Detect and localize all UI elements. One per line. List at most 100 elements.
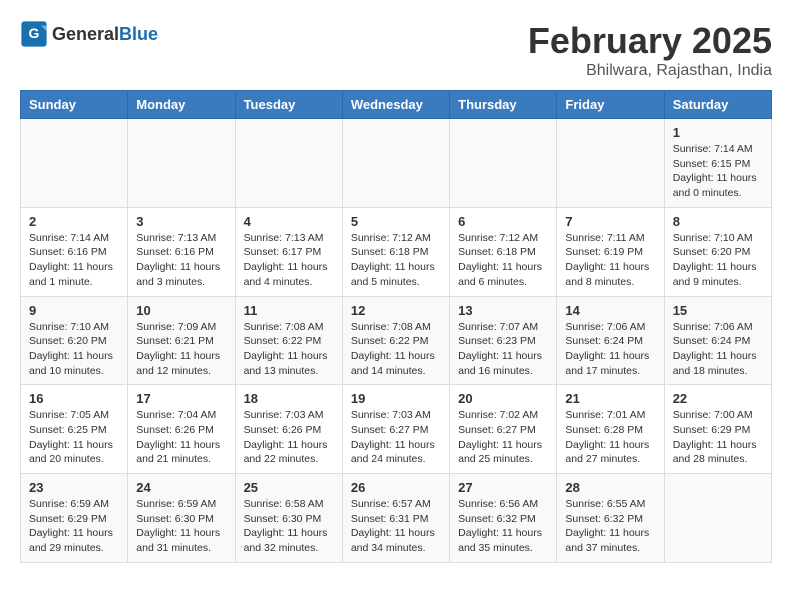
calendar-header-row: Sunday Monday Tuesday Wednesday Thursday… [21, 91, 772, 119]
table-row: 9Sunrise: 7:10 AMSunset: 6:20 PMDaylight… [21, 296, 128, 385]
day-number: 3 [136, 214, 226, 229]
logo-icon: G [20, 20, 48, 48]
day-number: 18 [244, 391, 334, 406]
table-row [342, 119, 449, 208]
day-number: 28 [565, 480, 655, 495]
day-number: 17 [136, 391, 226, 406]
day-info: Sunrise: 7:14 AMSunset: 6:15 PMDaylight:… [673, 142, 763, 201]
header-tuesday: Tuesday [235, 91, 342, 119]
day-info: Sunrise: 7:07 AMSunset: 6:23 PMDaylight:… [458, 320, 548, 379]
day-info: Sunrise: 7:03 AMSunset: 6:26 PMDaylight:… [244, 408, 334, 467]
table-row [450, 119, 557, 208]
table-row: 6 Sunrise: 7:12 AMSunset: 6:18 PMDaylight… [450, 207, 557, 296]
day-info: Sunrise: 7:05 AMSunset: 6:25 PMDaylight:… [29, 408, 119, 467]
day-info: Sunrise: 7:09 AMSunset: 6:21 PMDaylight:… [136, 320, 226, 379]
header-sunday: Sunday [21, 91, 128, 119]
day-info: Sunrise: 7:14 AMSunset: 6:16 PMDaylight:… [29, 231, 119, 290]
day-number: 7 [565, 214, 655, 229]
day-number: 13 [458, 303, 548, 318]
table-row: 18 Sunrise: 7:03 AMSunset: 6:26 PMDayligh… [235, 385, 342, 474]
day-info: Sunrise: 6:59 AMSunset: 6:30 PMDaylight:… [136, 497, 226, 556]
table-row: 23 Sunrise: 6:59 AMSunset: 6:29 PMDayligh… [21, 474, 128, 563]
table-row: 7 Sunrise: 7:11 AMSunset: 6:19 PMDaylight… [557, 207, 664, 296]
day-number: 16 [29, 391, 119, 406]
table-row: 8Sunrise: 7:10 AMSunset: 6:20 PMDaylight… [664, 207, 771, 296]
table-row: 12 Sunrise: 7:08 AMSunset: 6:22 PMDayligh… [342, 296, 449, 385]
day-info: Sunrise: 7:12 AMSunset: 6:18 PMDaylight:… [458, 231, 548, 290]
day-info: Sunrise: 6:55 AMSunset: 6:32 PMDaylight:… [565, 497, 655, 556]
day-info: Sunrise: 7:11 AMSunset: 6:19 PMDaylight:… [565, 231, 655, 290]
day-info: Sunrise: 6:59 AMSunset: 6:29 PMDaylight:… [29, 497, 119, 556]
day-info: Sunrise: 7:06 AMSunset: 6:24 PMDaylight:… [673, 320, 763, 379]
table-row: 16 Sunrise: 7:05 AMSunset: 6:25 PMDayligh… [21, 385, 128, 474]
day-number: 15 [673, 303, 763, 318]
day-info: Sunrise: 7:13 AMSunset: 6:16 PMDaylight:… [136, 231, 226, 290]
calendar-week-row: 1 Sunrise: 7:14 AMSunset: 6:15 PMDaylight… [21, 119, 772, 208]
day-number: 25 [244, 480, 334, 495]
day-info: Sunrise: 7:00 AMSunset: 6:29 PMDaylight:… [673, 408, 763, 467]
table-row [557, 119, 664, 208]
day-number: 8 [673, 214, 763, 229]
header-thursday: Thursday [450, 91, 557, 119]
table-row: 27Sunrise: 6:56 AMSunset: 6:32 PMDayligh… [450, 474, 557, 563]
table-row: 22 Sunrise: 7:00 AMSunset: 6:29 PMDayligh… [664, 385, 771, 474]
table-row: 14 Sunrise: 7:06 AMSunset: 6:24 PMDayligh… [557, 296, 664, 385]
table-row: 2Sunrise: 7:14 AMSunset: 6:16 PMDaylight… [21, 207, 128, 296]
day-info: Sunrise: 6:56 AMSunset: 6:32 PMDaylight:… [458, 497, 548, 556]
table-row: 26Sunrise: 6:57 AMSunset: 6:31 PMDayligh… [342, 474, 449, 563]
table-row: 4 Sunrise: 7:13 AMSunset: 6:17 PMDaylight… [235, 207, 342, 296]
table-row: 5 Sunrise: 7:12 AMSunset: 6:18 PMDaylight… [342, 207, 449, 296]
day-number: 6 [458, 214, 548, 229]
calendar-table: Sunday Monday Tuesday Wednesday Thursday… [20, 90, 772, 563]
table-row: 25Sunrise: 6:58 AMSunset: 6:30 PMDayligh… [235, 474, 342, 563]
day-info: Sunrise: 7:12 AMSunset: 6:18 PMDaylight:… [351, 231, 441, 290]
table-row: 24 Sunrise: 6:59 AMSunset: 6:30 PMDayligh… [128, 474, 235, 563]
day-number: 5 [351, 214, 441, 229]
day-number: 10 [136, 303, 226, 318]
table-row: 21 Sunrise: 7:01 AMSunset: 6:28 PMDayligh… [557, 385, 664, 474]
day-number: 24 [136, 480, 226, 495]
day-number: 21 [565, 391, 655, 406]
day-number: 4 [244, 214, 334, 229]
calendar-week-row: 23 Sunrise: 6:59 AMSunset: 6:29 PMDayligh… [21, 474, 772, 563]
table-row: 17 Sunrise: 7:04 AMSunset: 6:26 PMDayligh… [128, 385, 235, 474]
day-info: Sunrise: 7:08 AMSunset: 6:22 PMDaylight:… [351, 320, 441, 379]
svg-text:G: G [29, 25, 40, 41]
calendar-week-row: 2Sunrise: 7:14 AMSunset: 6:16 PMDaylight… [21, 207, 772, 296]
table-row [128, 119, 235, 208]
calendar-title: February 2025 [528, 20, 772, 62]
table-row: 13 Sunrise: 7:07 AMSunset: 6:23 PMDayligh… [450, 296, 557, 385]
table-row [235, 119, 342, 208]
header-saturday: Saturday [664, 91, 771, 119]
day-number: 1 [673, 125, 763, 140]
calendar-week-row: 9Sunrise: 7:10 AMSunset: 6:20 PMDaylight… [21, 296, 772, 385]
day-number: 9 [29, 303, 119, 318]
day-info: Sunrise: 7:13 AMSunset: 6:17 PMDaylight:… [244, 231, 334, 290]
logo: G GeneralBlue [20, 20, 158, 48]
day-number: 22 [673, 391, 763, 406]
table-row: 20 Sunrise: 7:02 AMSunset: 6:27 PMDayligh… [450, 385, 557, 474]
day-number: 23 [29, 480, 119, 495]
day-info: Sunrise: 7:08 AMSunset: 6:22 PMDaylight:… [244, 320, 334, 379]
day-number: 20 [458, 391, 548, 406]
day-info: Sunrise: 7:02 AMSunset: 6:27 PMDaylight:… [458, 408, 548, 467]
day-info: Sunrise: 7:04 AMSunset: 6:26 PMDaylight:… [136, 408, 226, 467]
table-row: 19Sunrise: 7:03 AMSunset: 6:27 PMDayligh… [342, 385, 449, 474]
header-wednesday: Wednesday [342, 91, 449, 119]
day-number: 11 [244, 303, 334, 318]
day-info: Sunrise: 7:06 AMSunset: 6:24 PMDaylight:… [565, 320, 655, 379]
day-info: Sunrise: 7:03 AMSunset: 6:27 PMDaylight:… [351, 408, 441, 467]
calendar-week-row: 16 Sunrise: 7:05 AMSunset: 6:25 PMDayligh… [21, 385, 772, 474]
day-number: 26 [351, 480, 441, 495]
table-row [664, 474, 771, 563]
day-number: 14 [565, 303, 655, 318]
table-row: 15 Sunrise: 7:06 AMSunset: 6:24 PMDayligh… [664, 296, 771, 385]
table-row: 3 Sunrise: 7:13 AMSunset: 6:16 PMDaylight… [128, 207, 235, 296]
table-row [21, 119, 128, 208]
calendar-subtitle: Bhilwara, Rajasthan, India [528, 62, 772, 80]
table-row: 1 Sunrise: 7:14 AMSunset: 6:15 PMDaylight… [664, 119, 771, 208]
day-number: 12 [351, 303, 441, 318]
title-area: February 2025 Bhilwara, Rajasthan, India [528, 20, 772, 80]
day-info: Sunrise: 7:01 AMSunset: 6:28 PMDaylight:… [565, 408, 655, 467]
logo-text: GeneralBlue [52, 24, 158, 45]
